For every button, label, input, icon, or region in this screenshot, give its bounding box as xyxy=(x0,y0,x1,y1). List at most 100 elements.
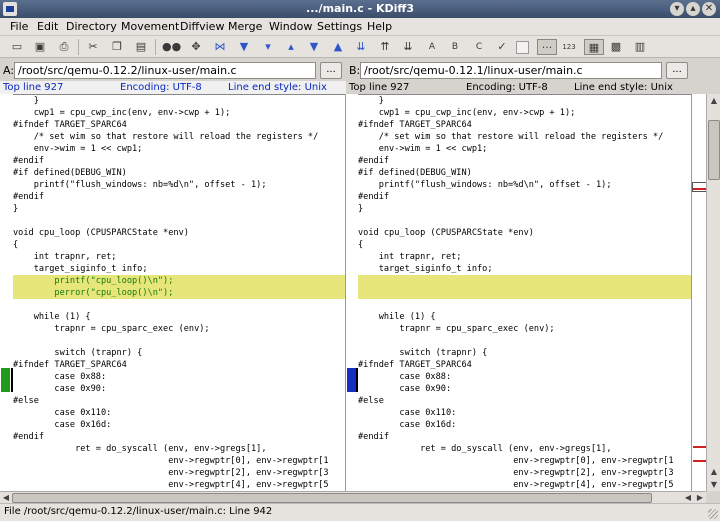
copy-icon[interactable]: ❐ xyxy=(109,39,125,55)
menu-diffview[interactable]: Diffview xyxy=(178,19,226,34)
save-icon[interactable]: ▣ xyxy=(32,39,48,55)
choose-b-icon[interactable]: B xyxy=(447,39,463,55)
maximize-icon[interactable]: ▴ xyxy=(686,2,700,16)
menu-help[interactable]: Help xyxy=(365,19,394,34)
pane-b-top-line: Top line 927 xyxy=(349,82,410,93)
pane-b-path-input[interactable]: /root/src/qemu-0.12.1/linux-user/main.c xyxy=(360,62,662,79)
go-prev-unsolved-icon[interactable]: ⇊ xyxy=(353,39,369,55)
split-diff-icon[interactable]: ▦ xyxy=(584,39,604,55)
minimize-icon[interactable]: ▾ xyxy=(670,2,684,16)
code-line: #endif xyxy=(358,192,390,202)
code-line: env->regwptr[2], env->regwptr[3 xyxy=(358,468,674,478)
menu-window[interactable]: Window xyxy=(267,19,314,34)
code-line: case 0x90: xyxy=(358,384,452,394)
code-line: cwp1 = cpu_cwp_inc(env, env->cwp + 1); xyxy=(358,108,576,118)
pane-b-encoding: Encoding: UTF-8 xyxy=(466,82,548,93)
choose-c-icon[interactable]: C xyxy=(471,39,487,55)
resize-grip-icon[interactable] xyxy=(708,509,718,519)
pane-b-lines: } cwp1 = cpu_cwp_inc(env, env->cwp + 1);… xyxy=(358,95,691,491)
code-line: #endif xyxy=(358,432,390,442)
pane-b-label: B: xyxy=(349,64,361,77)
scroll-down-icon[interactable]: ▼ xyxy=(708,478,720,491)
go-next-unsolved-icon[interactable]: ⇈ xyxy=(377,39,393,55)
go-next-conflict-icon[interactable]: ▲ xyxy=(330,39,346,55)
code-line: #ifndef TARGET_SPARC64 xyxy=(358,360,472,370)
horizontal-scroll-thumb[interactable] xyxy=(12,493,652,503)
go-prev-delta-icon[interactable]: ▾ xyxy=(260,39,276,55)
pane-a-line-end: Line end style: Unix xyxy=(228,82,327,93)
go-current-icon[interactable]: ✥ xyxy=(188,39,204,55)
pane-a-path-input[interactable]: /root/src/qemu-0.12.2/linux-user/main.c xyxy=(14,62,316,79)
code-line: env->wim = 1 << cwp1; xyxy=(13,144,143,154)
go-top-icon[interactable]: ⋈ xyxy=(212,39,228,55)
vertical-scroll-thumb[interactable] xyxy=(708,120,720,180)
code-line: } xyxy=(13,204,19,214)
code-line: env->regwptr[0], env->regwptr[1 xyxy=(13,456,329,466)
code-line: printf("cpu_loop()\n"); xyxy=(13,275,345,287)
code-line: ret = do_syscall (env, env->gregs[1], xyxy=(13,444,267,454)
diff-overview[interactable] xyxy=(691,94,707,491)
code-line: void cpu_loop (CPUSPARCState *env) xyxy=(358,228,534,238)
paste-icon[interactable]: ▤ xyxy=(133,39,149,55)
pane-a-diff-marker xyxy=(1,368,10,392)
menu-merge[interactable]: Merge xyxy=(226,19,264,34)
code-line: int trapnr, ret; xyxy=(13,252,117,262)
code-line: #else xyxy=(358,396,384,406)
menu-edit[interactable]: Edit xyxy=(35,19,60,34)
code-line: case 0x110: xyxy=(13,408,112,418)
code-line: while (1) { xyxy=(13,312,91,322)
horizontal-scrollbar[interactable]: ◀ ◀ ▶ xyxy=(0,491,706,503)
go-last-unsolved-icon[interactable]: ⇊ xyxy=(400,39,416,55)
show-whitespace-icon[interactable] xyxy=(516,41,529,54)
code-line: env->regwptr[0], env->regwptr[1 xyxy=(358,456,674,466)
close-icon[interactable]: ✕ xyxy=(702,2,716,16)
menu-directory[interactable]: Directory xyxy=(64,19,119,34)
go-bottom-icon[interactable]: ▼ xyxy=(236,39,252,55)
overview-diff-mark xyxy=(693,446,706,448)
show-whitespace-chars-icon[interactable]: ··· xyxy=(537,39,557,55)
cut-icon[interactable]: ✂ xyxy=(85,39,101,55)
pane-a-top-line: Top line 927 xyxy=(3,82,64,93)
menu-file[interactable]: File xyxy=(8,19,30,34)
overview-diff-mark xyxy=(693,460,706,462)
print-icon[interactable]: ⎙ xyxy=(56,39,72,55)
pane-b-text[interactable]: } cwp1 = cpu_cwp_inc(env, env->cwp + 1);… xyxy=(358,94,691,491)
code-line: { xyxy=(13,240,19,250)
title-bar: .../main.c - KDiff3 ▾ ▴ ✕ xyxy=(0,0,720,18)
code-line: env->regwptr[4], env->regwptr[5 xyxy=(358,480,674,490)
window-title: .../main.c - KDiff3 xyxy=(306,2,414,15)
join-diffs-icon[interactable]: ▩ xyxy=(608,39,624,55)
go-prev-conflict-icon[interactable]: ▼ xyxy=(306,39,322,55)
vertical-scrollbar[interactable]: ▲ ▲ ▼ xyxy=(706,94,720,491)
toolbar: ▭ ▣ ⎙ ✂ ❐ ▤ ●● ✥ ⋈ ▼ ▾ ▴ ▼ ▲ ⇊ ⇈ ⇊ A B C… xyxy=(0,36,720,58)
code-line: trapnr = cpu_sparc_exec (env); xyxy=(13,324,210,334)
code-line: env->wim = 1 << cwp1; xyxy=(358,144,488,154)
menu-settings[interactable]: Settings xyxy=(315,19,364,34)
code-line: #endif xyxy=(13,192,45,202)
code-line: #if defined(DEBUG_WIN) xyxy=(13,168,127,178)
go-next-delta-icon[interactable]: ▴ xyxy=(283,39,299,55)
open-icon[interactable]: ▭ xyxy=(9,39,25,55)
pane-b-browse-button[interactable]: ... xyxy=(666,62,688,79)
menu-movement[interactable]: Movement xyxy=(119,19,181,34)
choose-a-icon[interactable]: A xyxy=(424,39,440,55)
code-line: printf("flush_windows: nb=%d\n", offset … xyxy=(13,180,267,190)
status-bar: File /root/src/qemu-0.12.2/linux-user/ma… xyxy=(0,503,720,521)
toggle-overview-icon[interactable]: ▥ xyxy=(632,39,648,55)
show-line-numbers-icon[interactable]: 123 xyxy=(561,39,577,55)
find-icon[interactable]: ●● xyxy=(162,39,181,55)
pane-a-text[interactable]: } cwp1 = cpu_cwp_inc(env, env->cwp + 1);… xyxy=(13,94,345,491)
scroll-up-icon[interactable]: ▲ xyxy=(708,94,720,107)
code-line: #ifndef TARGET_SPARC64 xyxy=(13,120,127,130)
scroll-up-icon[interactable]: ▲ xyxy=(708,465,720,478)
code-line: while (1) { xyxy=(358,312,436,322)
pane-b-diff-marker xyxy=(347,368,356,392)
code-line: } xyxy=(13,96,39,106)
auto-advance-icon[interactable]: ✓ xyxy=(494,39,510,55)
code-line: printf("flush_windows: nb=%d\n", offset … xyxy=(358,180,612,190)
code-line: case 0x16d: xyxy=(358,420,457,430)
pane-a-browse-button[interactable]: ... xyxy=(320,62,342,79)
